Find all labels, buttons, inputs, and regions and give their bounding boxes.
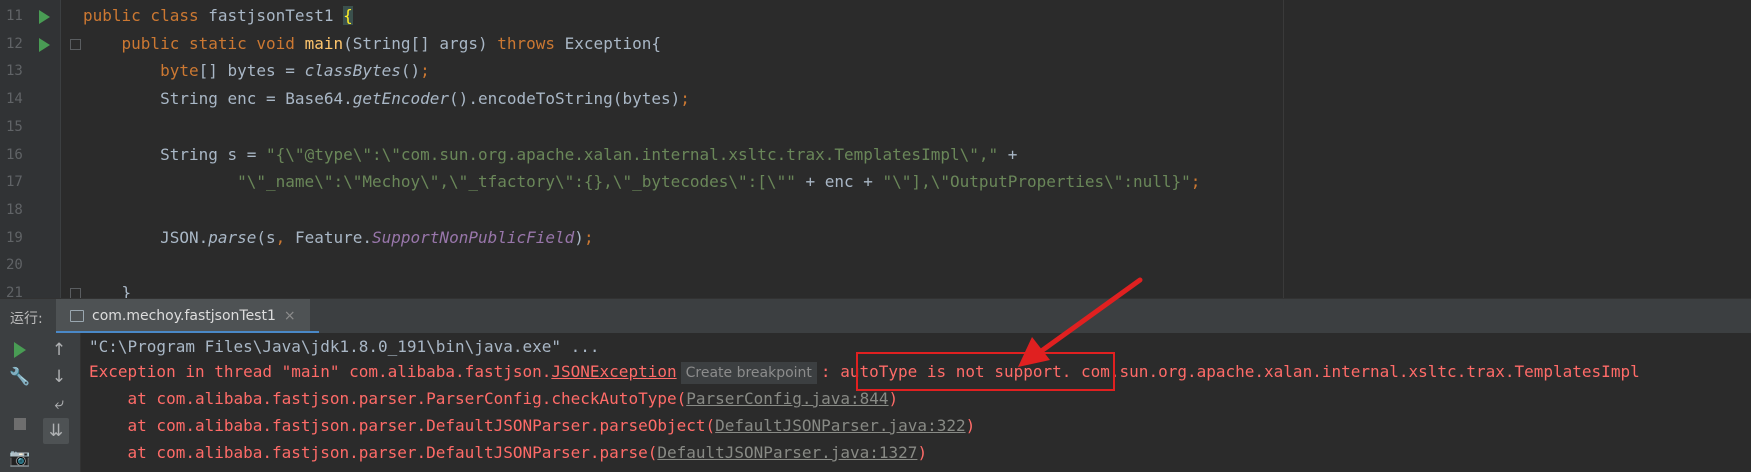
- code-line: 17 "\"_name\":\"Mechoy\",\"_tfactory\":{…: [0, 168, 1751, 196]
- line-number: 18: [6, 201, 23, 218]
- console-toolbar: ↑ 🔧 ↓ ⤶ ⇊ 📷: [0, 333, 81, 472]
- code-text: public class fastjsonTest1 {: [83, 6, 353, 25]
- line-number: 21: [6, 285, 23, 298]
- stack-frame: at com.alibaba.fastjson.parser.DefaultJS…: [89, 416, 976, 435]
- code-text: byte[] bytes = classBytes();: [160, 61, 430, 81]
- code-text: JSON.parse(s, Feature.SupportNonPublicFi…: [83, 227, 594, 247]
- exception-class-link[interactable]: JSONException: [551, 362, 676, 381]
- exception-separator: :: [820, 362, 841, 381]
- run-tool-window-header: 运行: com.mechoy.fastjsonTest1 ×: [0, 298, 1751, 334]
- down-icon[interactable]: ↓: [46, 364, 72, 390]
- code-text: }: [83, 283, 132, 298]
- stack-frame: at com.alibaba.fastjson.parser.ParserCon…: [89, 389, 899, 408]
- code-line: 14 String enc = Base64.getEncoder().enco…: [0, 85, 1751, 113]
- code-text: String enc = Base64.getEncoder().encodeT…: [83, 89, 690, 109]
- run-label: 运行:: [10, 311, 43, 327]
- camera-icon[interactable]: 📷: [7, 445, 33, 471]
- exception-suffix: com.sun.org.apache.xalan.internal.xsltc.…: [1071, 362, 1640, 381]
- code-line: 13 byte[] bytes = classBytes();: [0, 57, 1751, 85]
- code-line: 11 public class fastjsonTest1 {: [0, 2, 1751, 30]
- fold-icon[interactable]: [70, 288, 81, 298]
- code-line: 12 public static void main(String[] args…: [0, 30, 1751, 58]
- code-line: 15: [0, 113, 1751, 141]
- tab-class-icon: [70, 310, 84, 322]
- code-text: String s = "{\"@type\":\"com.sun.org.apa…: [83, 144, 1018, 164]
- run-tab[interactable]: com.mechoy.fastjsonTest1 ×: [56, 299, 310, 333]
- line-number: 13: [6, 63, 23, 80]
- up-icon[interactable]: ↑: [46, 337, 72, 363]
- source-link[interactable]: DefaultJSONParser.java:322: [715, 416, 965, 435]
- code-line: 19 JSON.parse(s, Feature.SupportNonPubli…: [0, 224, 1751, 252]
- scroll-end-icon[interactable]: ⇊: [43, 418, 69, 444]
- run-gutter-icon[interactable]: [39, 10, 50, 24]
- code-text: "\"_name\":\"Mechoy\",\"_tfactory\":{},\…: [237, 172, 1201, 192]
- run-gutter-icon[interactable]: [39, 37, 50, 52]
- run-tab-label: com.mechoy.fastjsonTest1: [92, 308, 276, 324]
- line-number: 14: [6, 91, 23, 108]
- exception-prefix: Exception in thread "main" com.alibaba.f…: [89, 362, 552, 381]
- line-number: 16: [6, 146, 23, 163]
- source-link[interactable]: ParserConfig.java:844: [686, 389, 888, 408]
- close-icon[interactable]: ×: [284, 308, 296, 324]
- wrench-icon[interactable]: 🔧: [7, 364, 33, 390]
- command-line: "C:\Program Files\Java\jdk1.8.0_191\bin\…: [89, 337, 600, 356]
- code-editor[interactable]: 11 public class fastjsonTest1 { 12 public …: [0, 0, 1751, 298]
- line-number: 19: [6, 229, 23, 246]
- line-number: 12: [6, 35, 23, 52]
- code-line: 18: [0, 196, 1751, 224]
- code-line: 21 }: [0, 279, 1751, 298]
- code-line: 20: [0, 251, 1751, 279]
- fold-icon[interactable]: [70, 38, 81, 50]
- line-number: 20: [6, 257, 23, 274]
- line-number: 15: [6, 118, 23, 135]
- stack-frame: at com.alibaba.fastjson.parser.DefaultJS…: [89, 443, 928, 462]
- create-breakpoint-chip[interactable]: Create breakpoint: [680, 362, 817, 384]
- stop-icon[interactable]: [7, 411, 33, 437]
- soft-wrap-icon[interactable]: ⤶: [46, 391, 72, 417]
- source-link[interactable]: DefaultJSONParser.java:1327: [657, 443, 917, 462]
- console-panel: ↑ 🔧 ↓ ⤶ ⇊ 📷 "C:\Program Files\Java\jdk1.…: [0, 333, 1751, 472]
- line-number: 11: [6, 8, 23, 24]
- code-line: 16 String s = "{\"@type\":\"com.sun.org.…: [0, 141, 1751, 169]
- highlight-box: [856, 352, 1115, 391]
- code-text: public static void main(String[] args) t…: [121, 33, 661, 53]
- line-number: 17: [6, 174, 23, 191]
- run-icon[interactable]: [7, 337, 33, 363]
